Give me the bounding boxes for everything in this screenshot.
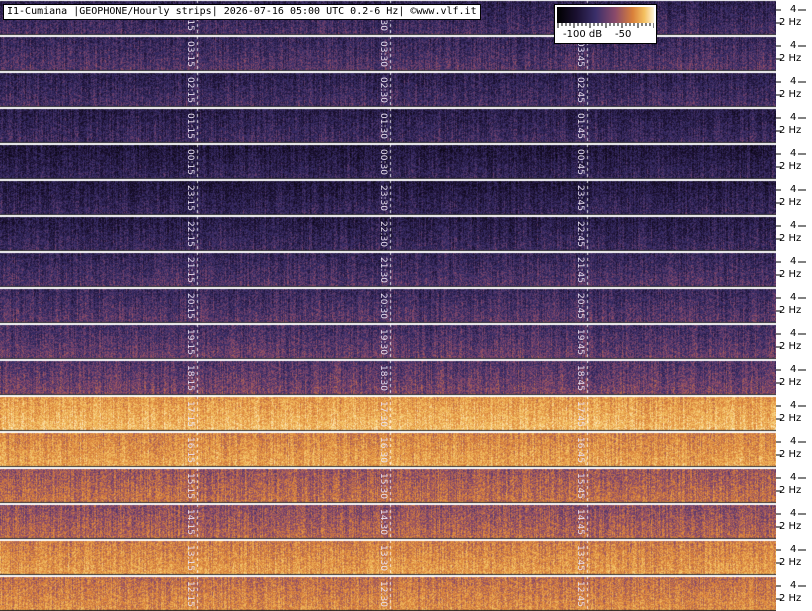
y-tick-label-2hz: 2 Hz — [779, 341, 802, 352]
y-axis-ticks — [776, 9, 806, 600]
time-marker-label: 18:30 — [378, 365, 388, 391]
time-marker-label: 00:15 — [185, 149, 195, 175]
y-tick-label-4: 4 — [790, 76, 797, 87]
time-marker-label: 20:45 — [575, 293, 585, 319]
y-tick-label-2hz: 2 Hz — [779, 233, 802, 244]
time-marker-label: 14:45 — [575, 509, 585, 535]
y-tick-label-4: 4 — [790, 364, 797, 375]
y-tick-label-4: 4 — [790, 220, 797, 231]
time-marker-label: 20:15 — [185, 293, 195, 319]
time-marker-label: 19:45 — [575, 329, 585, 355]
spectrogram-figure: 42 Hz04:1504:3004:4542 Hz03:1503:3003:45… — [0, 0, 812, 611]
y-tick-label-4: 4 — [790, 436, 797, 447]
y-tick-label-4: 4 — [790, 112, 797, 123]
y-tick-label-2hz: 2 Hz — [779, 377, 802, 388]
chart-title: I1-Cumiana |GEOPHONE/Hourly strips| 2026… — [3, 4, 481, 20]
time-marker-label: 19:30 — [378, 329, 388, 355]
colorbar-ticks — [557, 23, 654, 28]
time-marker-label: 17:45 — [575, 401, 585, 427]
time-marker-label: 12:30 — [378, 581, 388, 607]
y-tick-label-2hz: 2 Hz — [779, 53, 802, 64]
y-tick-label-2hz: 2 Hz — [779, 449, 802, 460]
y-tick-label-2hz: 2 Hz — [779, 557, 802, 568]
y-tick-label-4: 4 — [790, 256, 797, 267]
time-marker-label: 21:30 — [378, 257, 388, 283]
time-marker-label: 15:45 — [575, 473, 585, 499]
y-tick-label-4: 4 — [790, 148, 797, 159]
time-marker-label: 20:30 — [378, 293, 388, 319]
colorbar-label-low: -100 dB — [563, 29, 603, 40]
time-marker-label: 01:15 — [185, 113, 195, 139]
colorbar-legend: -100 dB -50 — [554, 4, 657, 44]
time-marker-label: 23:15 — [185, 185, 195, 211]
y-tick-label-2hz: 2 Hz — [779, 485, 802, 496]
y-tick-label-2hz: 2 Hz — [779, 305, 802, 316]
time-marker-label: 02:30 — [378, 77, 388, 103]
colorbar-gradient — [557, 7, 654, 23]
y-tick-label-2hz: 2 Hz — [779, 413, 802, 424]
y-tick-label-4: 4 — [790, 40, 797, 51]
y-tick-label-4: 4 — [790, 4, 797, 15]
y-tick-label-4: 4 — [790, 292, 797, 303]
time-marker-label: 21:45 — [575, 257, 585, 283]
time-marker-label: 14:30 — [378, 509, 388, 535]
time-marker-label: 00:45 — [575, 149, 585, 175]
y-tick-label-2hz: 2 Hz — [779, 521, 802, 532]
time-marker-label: 23:45 — [575, 185, 585, 211]
y-tick-label-2hz: 2 Hz — [779, 17, 802, 28]
y-tick-label-2hz: 2 Hz — [779, 593, 802, 604]
time-marker-label: 18:45 — [575, 365, 585, 391]
spectrogram-overlay: 42 Hz04:1504:3004:4542 Hz03:1503:3003:45… — [0, 0, 812, 611]
time-marker-label: 15:15 — [185, 473, 195, 499]
colorbar-label-high: -50 — [615, 29, 632, 40]
time-marker-label: 00:30 — [378, 149, 388, 175]
y-tick-label-2hz: 2 Hz — [779, 125, 802, 136]
time-marker-label: 01:45 — [575, 113, 585, 139]
time-marker-label: 03:45 — [575, 41, 585, 67]
time-marker-label: 14:15 — [185, 509, 195, 535]
y-tick-label-4: 4 — [790, 580, 797, 591]
time-marker-label: 03:15 — [185, 41, 195, 67]
time-marker-label: 16:15 — [185, 437, 195, 463]
time-marker-label: 23:30 — [378, 185, 388, 211]
time-marker-label: 13:15 — [185, 545, 195, 571]
y-tick-label-4: 4 — [790, 400, 797, 411]
y-tick-label-4: 4 — [790, 508, 797, 519]
y-tick-label-4: 4 — [790, 544, 797, 555]
time-marker-label: 01:30 — [378, 113, 388, 139]
time-marker-label: 13:45 — [575, 545, 585, 571]
time-marker-label: 15:30 — [378, 473, 388, 499]
time-marker-label: 17:15 — [185, 401, 195, 427]
time-marker-label: 22:15 — [185, 221, 195, 247]
time-marker-label: 02:45 — [575, 77, 585, 103]
time-marker-label: 02:15 — [185, 77, 195, 103]
time-marker-label: 13:30 — [378, 545, 388, 571]
y-tick-label-2hz: 2 Hz — [779, 197, 802, 208]
y-tick-label-4: 4 — [790, 184, 797, 195]
time-marker-label: 17:30 — [378, 401, 388, 427]
y-tick-label-4: 4 — [790, 472, 797, 483]
time-marker-label: 03:30 — [378, 41, 388, 67]
time-marker-label: 16:45 — [575, 437, 585, 463]
time-marker-label: 19:15 — [185, 329, 195, 355]
y-tick-label-2hz: 2 Hz — [779, 89, 802, 100]
time-marker-label: 22:30 — [378, 221, 388, 247]
time-marker-label: 12:45 — [575, 581, 585, 607]
y-tick-label-2hz: 2 Hz — [779, 269, 802, 280]
time-marker-label: 12:15 — [185, 581, 195, 607]
time-marker-label: 16:30 — [378, 437, 388, 463]
y-tick-label-2hz: 2 Hz — [779, 161, 802, 172]
time-marker-label: 18:15 — [185, 365, 195, 391]
time-marker-label: 21:15 — [185, 257, 195, 283]
y-tick-label-4: 4 — [790, 328, 797, 339]
time-marker-label: 22:45 — [575, 221, 585, 247]
